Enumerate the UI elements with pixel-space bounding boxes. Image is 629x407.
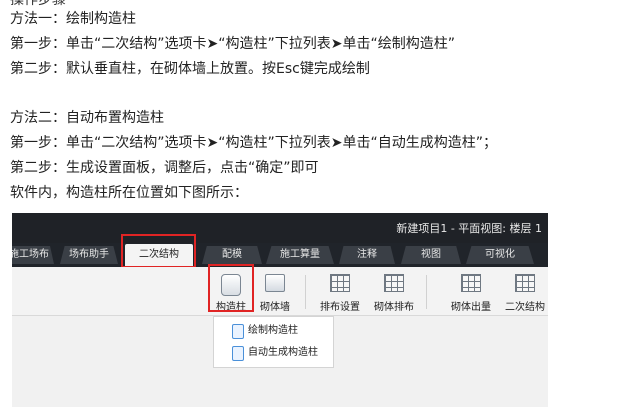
menu-item-draw-column-label: 绘制构造柱 xyxy=(248,325,298,336)
tab-formwork[interactable]: 配模 xyxy=(202,246,262,264)
column-tool-highlight-frame xyxy=(208,264,254,312)
ribbon-divider xyxy=(305,275,306,309)
masonry-wall-tool-label: 砌体墙 xyxy=(260,302,290,313)
method2-step1: 第一步：单击“二次结构”选项卡➤“构造柱”下拉列表➤单击“自动生成构造柱”； xyxy=(10,135,497,151)
masonry-output-label: 砌体出量 xyxy=(451,302,491,313)
masonry-output-icon xyxy=(461,274,481,292)
tab-construction-site[interactable]: 施工场布 xyxy=(12,246,54,264)
wall-icon xyxy=(265,274,285,292)
secondary-structure-tool[interactable]: 二次结构 xyxy=(498,267,548,315)
tab-construction-quantity[interactable]: 施工算量 xyxy=(266,246,334,264)
pencil-icon xyxy=(232,324,244,339)
column-dropdown-menu: 绘制构造柱 自动生成构造柱 xyxy=(213,316,334,368)
secondary-structure-label: 二次结构 xyxy=(505,302,545,313)
software-screenshot: 新建项目1 - 平面视图: 楼层 1 施工场布 场布助手 二次结构 配模 施工算… xyxy=(12,213,548,407)
menu-item-draw-column[interactable]: 绘制构造柱 xyxy=(214,320,333,342)
search-icon xyxy=(232,346,244,361)
method1-step2: 第二步：默认垂直柱，在砌体墙上放置。按Esc键完成绘制 xyxy=(10,61,370,77)
software-location-note: 软件内，构造柱所在位置如下图所示： xyxy=(10,185,248,201)
tab-annotation[interactable]: 注释 xyxy=(339,246,395,264)
window-titlebar: 新建项目1 - 平面视图: 楼层 1 xyxy=(12,213,548,243)
tab-view[interactable]: 视图 xyxy=(401,246,461,264)
secondary-structure-icon xyxy=(515,274,535,292)
tab-visualization[interactable]: 可视化 xyxy=(466,246,534,264)
menu-item-auto-column-label: 自动生成构造柱 xyxy=(248,347,318,358)
ribbon-tabbar: 施工场布 场布助手 二次结构 配模 施工算量 注释 视图 可视化 xyxy=(12,243,548,267)
method2-title: 方法二：自动布置构造柱 xyxy=(10,110,164,126)
top-cut-text: 操作步骤 xyxy=(10,0,66,8)
layout-settings-label: 排布设置 xyxy=(320,302,360,313)
method1-step1: 第一步：单击“二次结构”选项卡➤“构造柱”下拉列表➤单击“绘制构造柱” xyxy=(10,36,455,52)
masonry-output-tool[interactable]: 砌体出量 xyxy=(444,267,498,315)
masonry-wall-tool[interactable]: 砌体墙 xyxy=(254,267,296,315)
layout-settings-tool[interactable]: 排布设置 xyxy=(313,267,367,315)
tab-highlight-frame xyxy=(121,234,196,268)
method2-step2: 第二步：生成设置面板，调整后，点击“确定”即可 xyxy=(10,160,319,176)
menu-item-auto-column[interactable]: 自动生成构造柱 xyxy=(214,342,333,364)
ribbon-divider xyxy=(426,275,427,309)
method1-title: 方法一：绘制构造柱 xyxy=(10,11,136,27)
tab-site-assistant[interactable]: 场布助手 xyxy=(60,246,118,264)
masonry-layout-tool[interactable]: 砌体排布 xyxy=(367,267,421,315)
masonry-layout-label: 砌体排布 xyxy=(374,302,414,313)
ribbon-toolbar: 构造柱 砌体墙 排布设置 砌体排布 砌体出量 二次结构 xyxy=(12,267,548,316)
masonry-layout-icon xyxy=(384,274,404,292)
window-title: 新建项目1 - 平面视图: 楼层 1 xyxy=(396,222,542,235)
layout-settings-icon xyxy=(330,274,350,292)
